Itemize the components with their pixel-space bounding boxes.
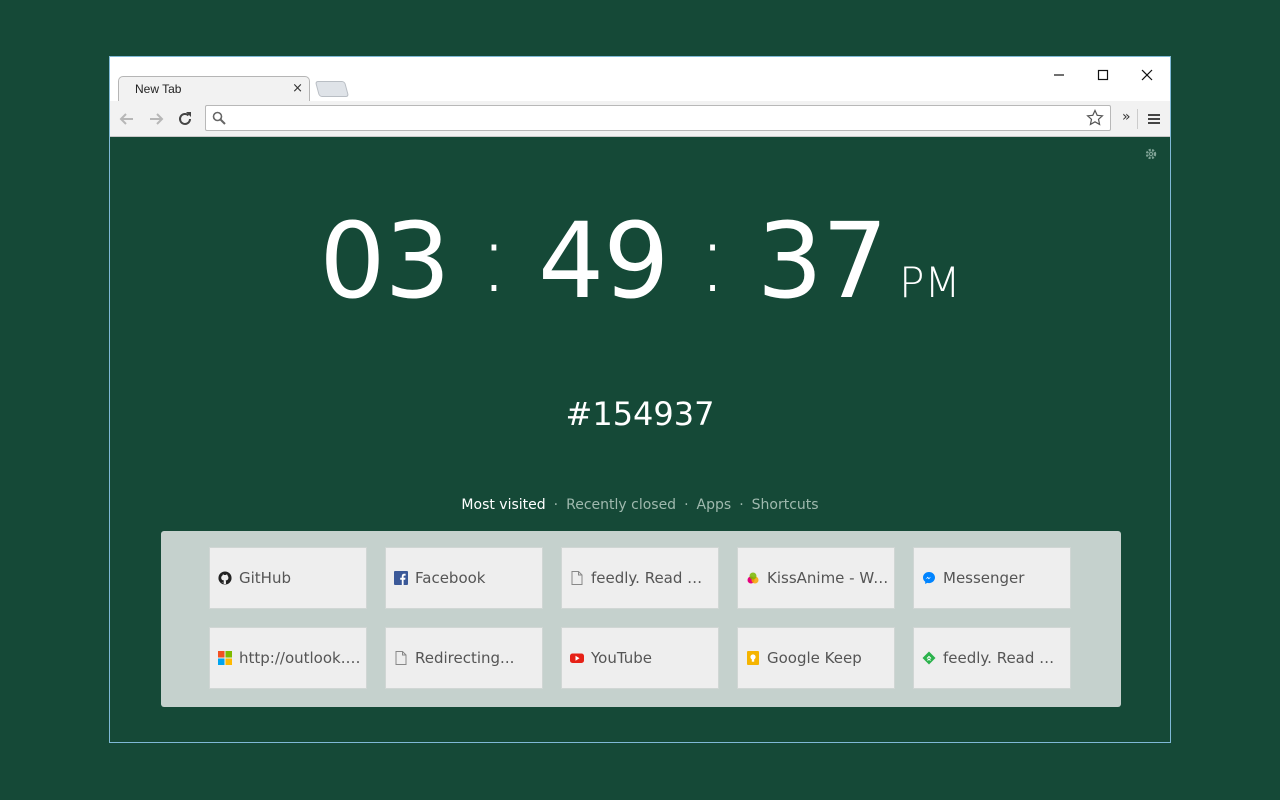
minimize-icon	[1054, 74, 1064, 76]
extensions-overflow-button[interactable]: »	[1122, 109, 1131, 125]
tile-label: KissAnime - Watch anime online	[767, 569, 891, 587]
tile-youtube[interactable]: YouTube	[561, 627, 719, 689]
new-tab-page: 03:49:37 PM #154937 Most visited · Recently…	[110, 137, 1170, 742]
close-window-button[interactable]	[1124, 61, 1170, 89]
messenger-icon	[922, 571, 936, 585]
toolbar-divider	[1137, 109, 1138, 129]
new-tab-button[interactable]	[314, 81, 350, 97]
github-icon	[218, 571, 232, 585]
tile-label: Redirecting...	[415, 649, 515, 667]
forward-button[interactable]	[145, 108, 167, 130]
gear-icon[interactable]	[1144, 147, 1158, 161]
tab-title: New Tab	[135, 82, 182, 96]
search-icon	[212, 111, 226, 125]
feedly-icon	[922, 651, 936, 665]
clock-display: 03:49:37 PM	[110, 200, 1170, 322]
star-icon[interactable]	[1086, 109, 1104, 127]
keep-icon	[746, 651, 760, 665]
clock-seconds: 37	[756, 200, 888, 322]
page-icon	[394, 651, 408, 665]
menu-button[interactable]	[1143, 108, 1165, 130]
title-bar: New Tab ×	[110, 57, 1170, 102]
nav-separator: ·	[739, 497, 744, 513]
tile-feedly-2[interactable]: feedly. Read more, know more.	[913, 627, 1071, 689]
tile-facebook[interactable]: Facebook	[385, 547, 543, 609]
youtube-icon	[570, 651, 584, 665]
clock-separator: :	[696, 202, 729, 314]
tile-label: Facebook	[415, 569, 486, 587]
browser-window: New Tab × » 03: 49: 37 PM #154937 Most…	[109, 56, 1171, 743]
tile-label: GitHub	[239, 569, 291, 587]
arrow-left-icon	[119, 113, 133, 125]
ntp-nav: Most visited · Recently closed · Apps · Shortc…	[110, 497, 1170, 513]
maximize-button[interactable]	[1080, 61, 1126, 89]
tab-new-tab[interactable]: New Tab ×	[118, 76, 310, 102]
tile-label: Messenger	[943, 569, 1025, 587]
clock-separator: :	[477, 202, 511, 314]
tile-label: YouTube	[591, 649, 652, 667]
minimize-button[interactable]	[1036, 61, 1082, 89]
most-visited-panel: GitHub Facebook feedly. Read more, know …	[161, 531, 1121, 707]
reload-icon	[179, 112, 191, 125]
tile-github[interactable]: GitHub	[209, 547, 367, 609]
maximize-icon	[1097, 69, 1109, 81]
microsoft-icon	[218, 651, 232, 665]
page-icon	[570, 571, 584, 585]
tile-google-keep[interactable]: Google Keep	[737, 627, 895, 689]
nav-separator: ·	[684, 497, 689, 513]
clock-minutes: 49	[538, 200, 669, 322]
tile-label: http://outlook.com	[239, 649, 363, 667]
arrow-right-icon	[150, 113, 164, 125]
nav-most-visited[interactable]: Most visited	[461, 497, 545, 513]
tab-close-icon[interactable]: ×	[292, 81, 303, 96]
tile-label: Google Keep	[767, 649, 862, 667]
close-icon	[1141, 69, 1153, 81]
address-bar[interactable]	[205, 105, 1111, 131]
reload-button[interactable]	[174, 108, 196, 130]
clock-ampm: PM	[899, 258, 961, 307]
hamburger-menu-icon	[1148, 114, 1160, 124]
tile-messenger[interactable]: Messenger	[913, 547, 1071, 609]
nav-recently-closed[interactable]: Recently closed	[566, 497, 676, 513]
back-button[interactable]	[116, 108, 138, 130]
tile-label: feedly. Read more, know more.	[591, 569, 715, 587]
color-hex-code: #154937	[565, 395, 715, 433]
tile-kissanime[interactable]: KissAnime - Watch anime online	[737, 547, 895, 609]
tile-label: feedly. Read more, know more.	[943, 649, 1067, 667]
kissanime-icon	[746, 571, 760, 585]
facebook-icon	[394, 571, 408, 585]
address-input[interactable]	[230, 108, 1084, 130]
nav-separator: ·	[553, 497, 559, 513]
nav-apps[interactable]: Apps	[697, 497, 732, 513]
tile-feedly[interactable]: feedly. Read more, know more.	[561, 547, 719, 609]
nav-shortcuts[interactable]: Shortcuts	[752, 497, 819, 513]
clock-hours: 03	[319, 200, 450, 322]
browser-toolbar: »	[110, 101, 1170, 137]
tile-redirecting[interactable]: Redirecting...	[385, 627, 543, 689]
tile-outlook[interactable]: http://outlook.com	[209, 627, 367, 689]
